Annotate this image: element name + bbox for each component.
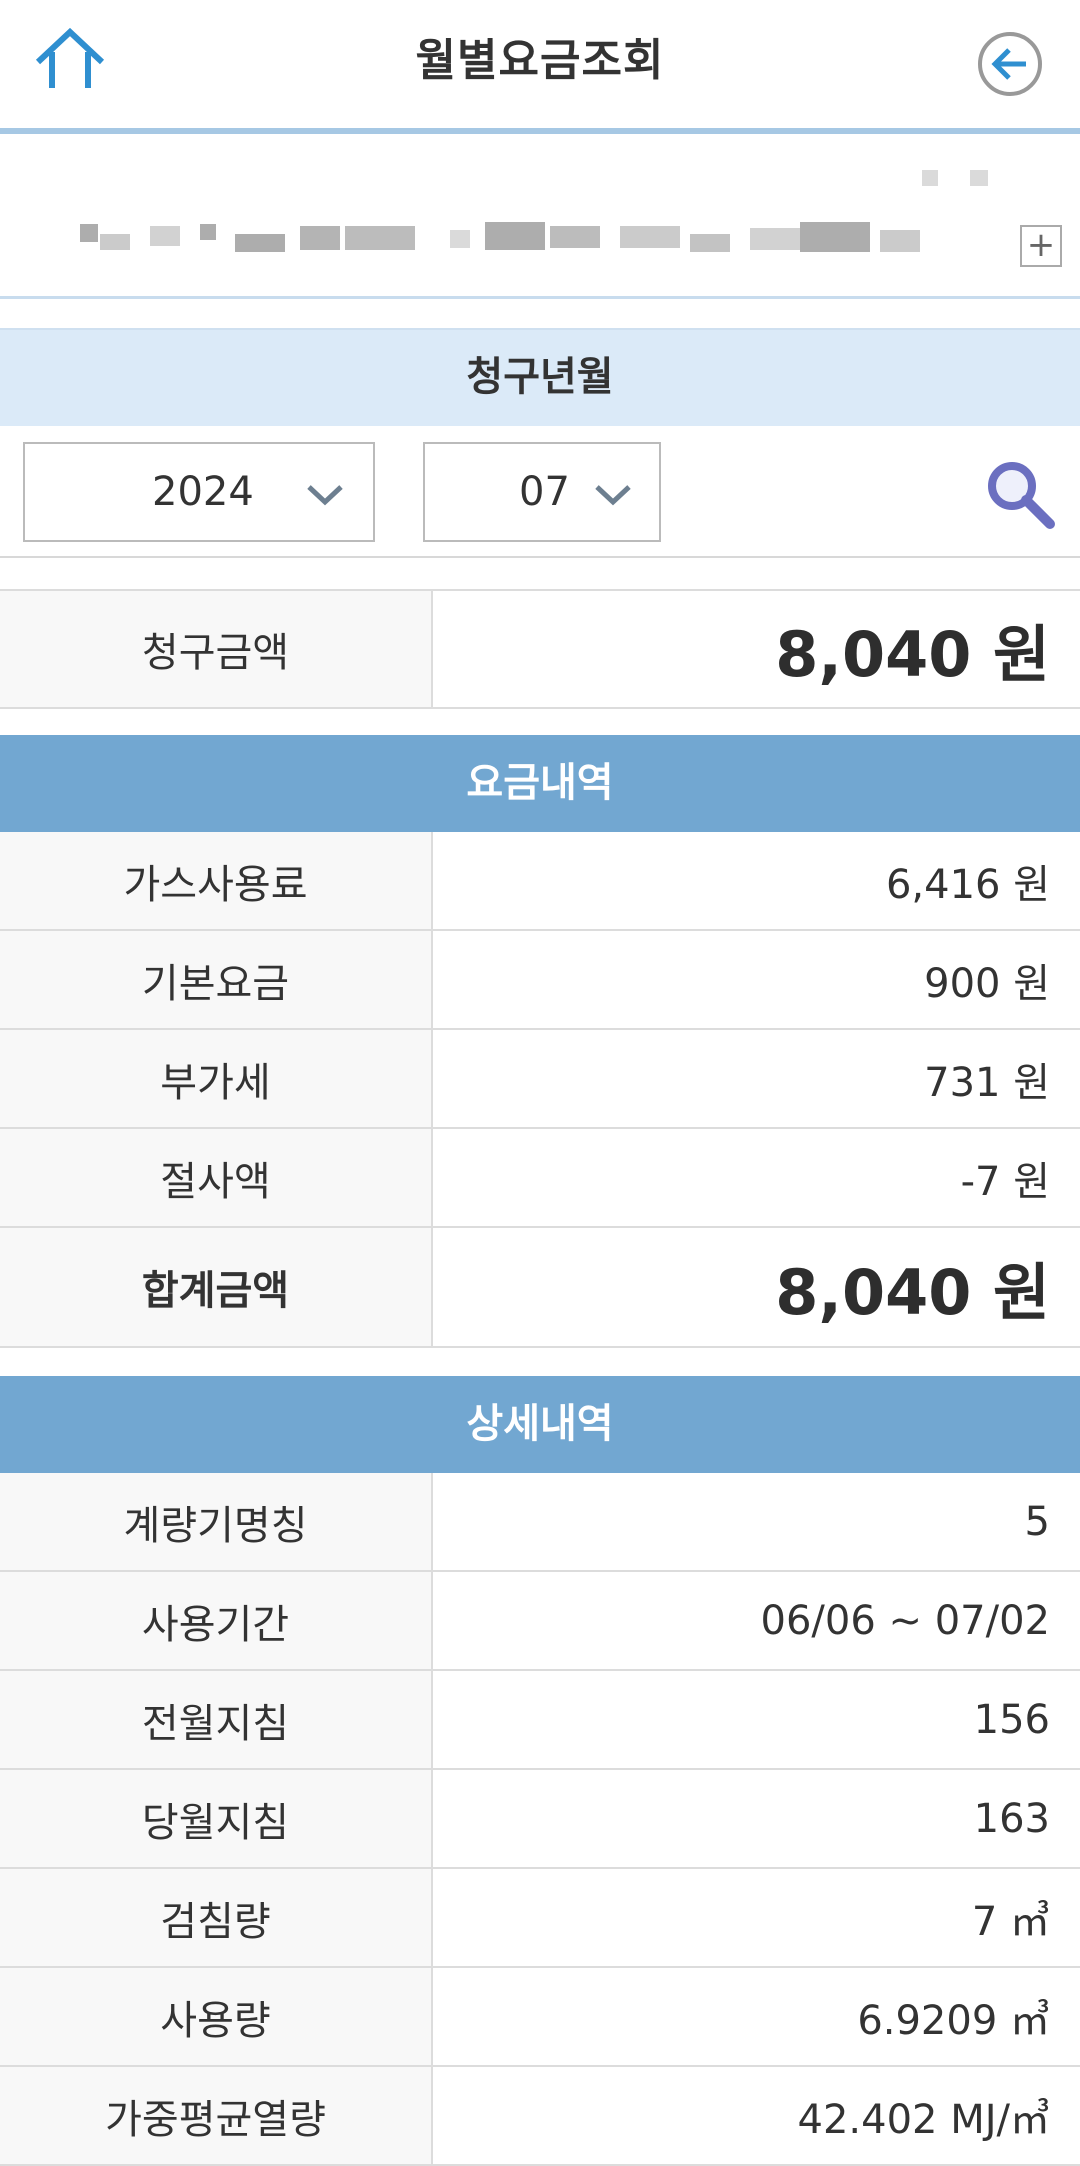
- billed-amount-label: 청구금액: [0, 591, 433, 707]
- total-amount-label: 합계금액: [0, 1228, 433, 1346]
- row-label: 가중평균열량: [0, 2067, 433, 2164]
- year-select[interactable]: 2024: [23, 442, 375, 542]
- row-value: 5: [1024, 1498, 1050, 1545]
- row-value: 156: [973, 1696, 1050, 1743]
- page-title: 월별요금조회: [415, 35, 665, 86]
- billing-period-header: 청구년월: [0, 328, 1080, 426]
- row-label: 검침량: [0, 1869, 433, 1966]
- row-label: 사용기간: [0, 1572, 433, 1669]
- row-value: 6,416 원: [885, 861, 1050, 908]
- row-value: -7 원: [960, 1158, 1050, 1205]
- account-info-box: +: [0, 134, 1080, 299]
- month-select-value: 07: [519, 469, 570, 515]
- month-select[interactable]: 07: [423, 442, 661, 542]
- billed-amount-value: 8,040 원: [775, 618, 1050, 691]
- period-select-row: 2024 07: [0, 426, 1080, 558]
- chevron-down-icon: [307, 485, 343, 506]
- year-select-value: 2024: [152, 469, 254, 515]
- search-button[interactable]: [980, 454, 1060, 534]
- table-row: 가중평균열량 42.402 MJ/㎥: [0, 2067, 1080, 2166]
- row-label: 절사액: [0, 1129, 433, 1226]
- search-icon: [988, 462, 1055, 529]
- details-section-header: 상세내역: [0, 1376, 1080, 1473]
- total-amount-value: 8,040 원: [775, 1256, 1050, 1329]
- row-value: 7 ㎥: [971, 1898, 1050, 1945]
- row-label: 전월지침: [0, 1671, 433, 1768]
- expand-button[interactable]: +: [1020, 225, 1062, 267]
- table-row: 당월지침 163: [0, 1770, 1080, 1869]
- row-label: 계량기명칭: [0, 1473, 433, 1570]
- row-value: 42.402 MJ/㎥: [797, 2096, 1050, 2143]
- row-label: 부가세: [0, 1030, 433, 1127]
- table-row: 기본요금 900 원: [0, 931, 1080, 1030]
- chevron-down-icon: [595, 485, 631, 506]
- back-button[interactable]: [976, 30, 1044, 98]
- total-amount-row: 합계금액 8,040 원: [0, 1228, 1080, 1348]
- row-value: 163: [973, 1795, 1050, 1842]
- arrow-left-circle-icon: [978, 32, 1042, 96]
- row-label: 기본요금: [0, 931, 433, 1028]
- table-row: 검침량 7 ㎥: [0, 1869, 1080, 1968]
- row-label: 가스사용료: [0, 832, 433, 929]
- row-label: 당월지침: [0, 1770, 433, 1867]
- billed-amount-row: 청구금액 8,040 원: [0, 589, 1080, 709]
- row-label: 사용량: [0, 1968, 433, 2065]
- charges-section-header: 요금내역: [0, 735, 1080, 832]
- table-row: 부가세 731 원: [0, 1030, 1080, 1129]
- table-row: 가스사용료 6,416 원: [0, 832, 1080, 931]
- row-value: 6.9209 ㎥: [857, 1997, 1050, 2044]
- table-row: 계량기명칭 5: [0, 1473, 1080, 1572]
- table-row: 절사액 -7 원: [0, 1129, 1080, 1228]
- row-value: 900 원: [924, 960, 1050, 1007]
- table-row: 사용량 6.9209 ㎥: [0, 1968, 1080, 2067]
- table-row: 사용기간 06/06 ~ 07/02: [0, 1572, 1080, 1671]
- table-row: 전월지침 156: [0, 1671, 1080, 1770]
- row-value: 06/06 ~ 07/02: [760, 1597, 1051, 1644]
- row-value: 731 원: [924, 1059, 1050, 1106]
- app-header: 월별요금조회: [0, 0, 1080, 128]
